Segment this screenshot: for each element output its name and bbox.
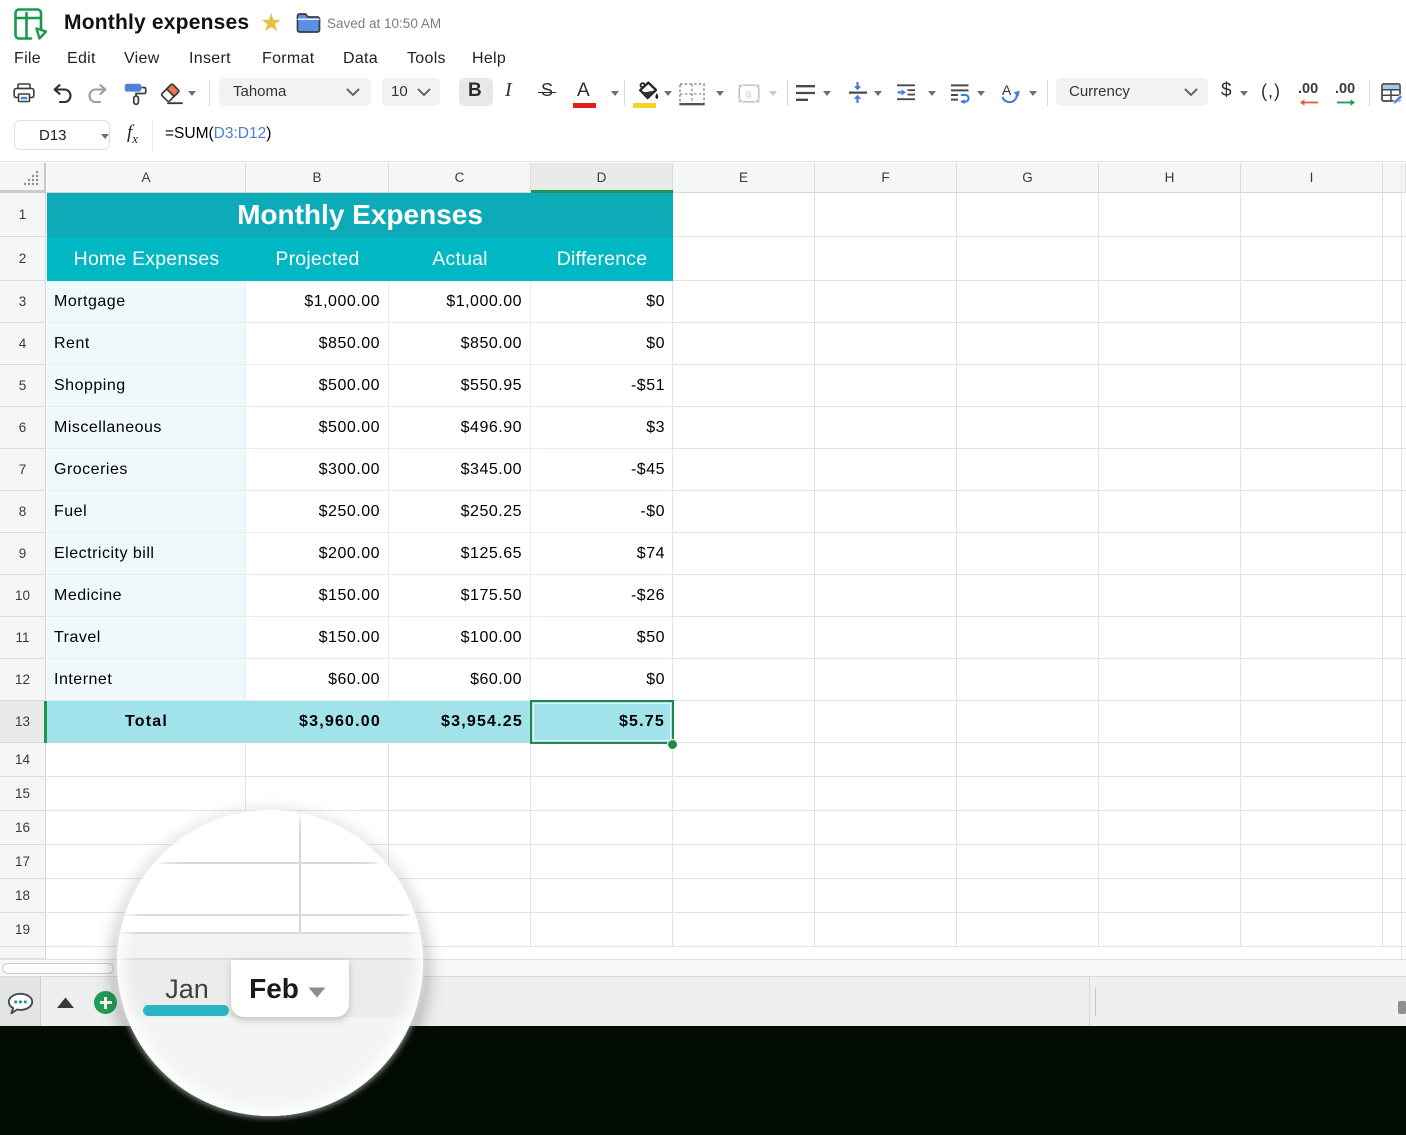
svg-text:A: A [1002, 82, 1012, 98]
svg-text:a: a [746, 89, 753, 101]
